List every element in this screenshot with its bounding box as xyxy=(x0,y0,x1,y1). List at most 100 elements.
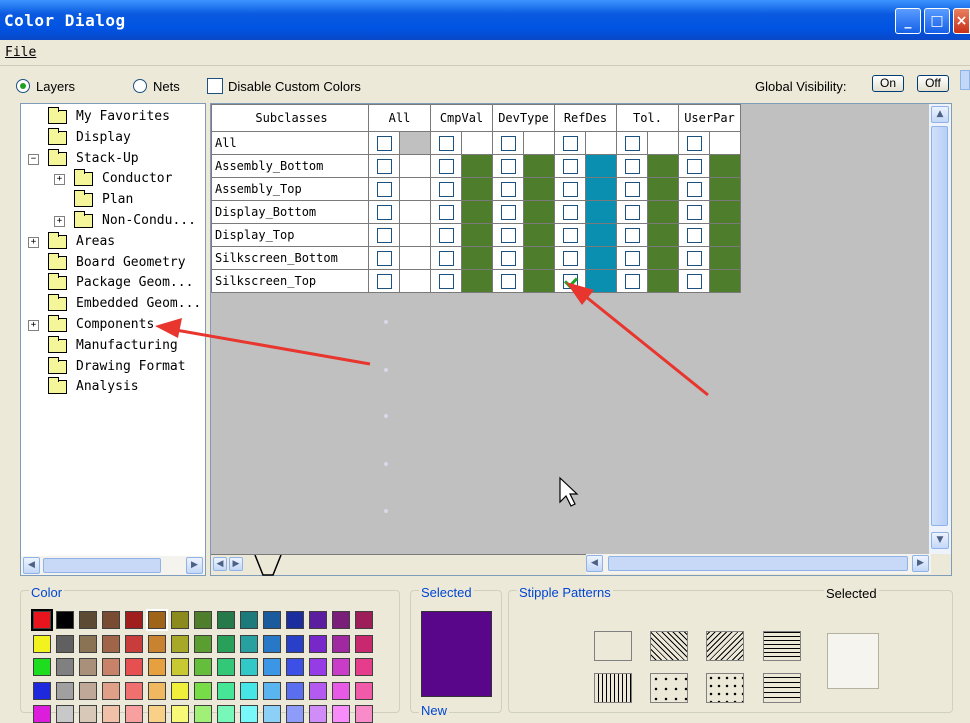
visibility-checkbox[interactable] xyxy=(686,250,702,266)
visibility-checkbox[interactable] xyxy=(500,135,516,151)
visibility-checkbox[interactable] xyxy=(562,204,578,220)
visibility-checkbox[interactable] xyxy=(376,158,392,174)
expand-icon[interactable]: + xyxy=(54,174,65,186)
collapse-icon[interactable]: − xyxy=(28,153,39,165)
visibility-checkbox[interactable] xyxy=(624,158,640,174)
color-cell[interactable] xyxy=(523,154,555,178)
column-header[interactable]: DevType xyxy=(492,104,555,132)
visibility-on-button[interactable]: On xyxy=(872,75,904,92)
color-swatch[interactable] xyxy=(309,634,327,653)
color-cell[interactable] xyxy=(647,131,679,155)
color-swatch[interactable] xyxy=(56,681,74,700)
visibility-checkbox[interactable] xyxy=(686,181,702,197)
color-swatch[interactable] xyxy=(217,658,235,676)
color-cell[interactable] xyxy=(461,154,493,178)
color-cell[interactable] xyxy=(647,200,679,224)
visibility-checkbox[interactable] xyxy=(438,158,454,174)
color-cell[interactable] xyxy=(585,223,617,247)
color-swatch[interactable] xyxy=(286,681,304,700)
color-swatch[interactable] xyxy=(194,634,212,653)
color-cell[interactable] xyxy=(709,131,741,155)
color-cell[interactable] xyxy=(523,223,555,247)
visibility-checkbox[interactable] xyxy=(562,135,578,151)
visibility-checkbox[interactable] xyxy=(438,204,454,220)
color-swatch[interactable] xyxy=(102,634,120,653)
scroll-right-icon[interactable]: ▶ xyxy=(186,557,203,574)
color-swatch[interactable] xyxy=(125,658,143,676)
color-cell[interactable] xyxy=(461,246,493,270)
color-cell[interactable] xyxy=(461,131,493,155)
color-swatch[interactable] xyxy=(56,634,74,653)
visibility-checkbox[interactable] xyxy=(624,250,640,266)
color-cell[interactable] xyxy=(709,223,741,247)
color-swatch[interactable] xyxy=(56,705,74,723)
color-swatch[interactable] xyxy=(286,705,304,723)
color-cell[interactable] xyxy=(523,200,555,224)
visibility-checkbox[interactable] xyxy=(562,273,578,289)
color-cell[interactable] xyxy=(523,246,555,270)
color-swatch[interactable] xyxy=(125,634,143,653)
color-cell[interactable] xyxy=(709,200,741,224)
color-swatch[interactable] xyxy=(171,681,189,700)
color-cell[interactable] xyxy=(523,269,555,293)
color-swatch[interactable] xyxy=(125,705,143,723)
color-cell[interactable] xyxy=(647,246,679,270)
color-cell[interactable] xyxy=(709,177,741,201)
color-swatch[interactable] xyxy=(332,634,350,653)
tab-next-icon[interactable]: ▶ xyxy=(229,557,243,571)
visibility-checkbox[interactable] xyxy=(624,204,640,220)
stipple-diagonal-left[interactable] xyxy=(706,631,744,661)
visibility-checkbox[interactable] xyxy=(624,227,640,243)
color-cell[interactable] xyxy=(709,269,741,293)
color-cell[interactable] xyxy=(585,246,617,270)
column-header[interactable]: Tol. xyxy=(616,104,679,132)
color-swatch[interactable] xyxy=(263,611,281,629)
visibility-checkbox[interactable] xyxy=(500,181,516,197)
color-cell[interactable] xyxy=(461,223,493,247)
grid-horizontal-scrollbar[interactable]: ◀ ▶ xyxy=(586,554,931,574)
menu-file[interactable]: File xyxy=(5,45,36,60)
color-cell[interactable] xyxy=(399,223,431,247)
color-swatch[interactable] xyxy=(332,705,350,723)
color-swatch[interactable] xyxy=(286,658,304,676)
color-swatch[interactable] xyxy=(309,611,327,629)
stipple-diagonal-right[interactable] xyxy=(650,631,688,661)
color-swatch[interactable] xyxy=(102,611,120,629)
visibility-checkbox[interactable] xyxy=(686,158,702,174)
visibility-off-button[interactable]: Off xyxy=(917,75,949,92)
visibility-checkbox[interactable] xyxy=(376,273,392,289)
visibility-checkbox[interactable] xyxy=(376,250,392,266)
column-header[interactable]: UserPar xyxy=(678,104,741,132)
visibility-checkbox[interactable] xyxy=(562,227,578,243)
color-swatch[interactable] xyxy=(146,609,168,631)
visibility-checkbox[interactable] xyxy=(376,204,392,220)
layers-radio[interactable] xyxy=(16,79,30,93)
color-cell[interactable] xyxy=(709,154,741,178)
color-swatch[interactable] xyxy=(125,681,143,700)
visibility-checkbox[interactable] xyxy=(438,227,454,243)
color-swatch[interactable] xyxy=(263,658,281,676)
color-swatch[interactable] xyxy=(171,658,189,676)
color-swatch[interactable] xyxy=(194,681,212,700)
color-swatch[interactable] xyxy=(148,705,166,723)
color-swatch[interactable] xyxy=(148,658,166,676)
color-cell[interactable] xyxy=(399,269,431,293)
stipple-solid[interactable] xyxy=(594,631,632,661)
expand-icon[interactable]: + xyxy=(28,320,39,331)
color-swatch[interactable] xyxy=(171,611,189,629)
visibility-checkbox[interactable] xyxy=(500,204,516,220)
expand-icon[interactable]: + xyxy=(54,216,65,227)
visibility-checkbox[interactable] xyxy=(562,250,578,266)
color-cell[interactable] xyxy=(647,177,679,201)
color-cell[interactable] xyxy=(647,223,679,247)
color-swatch[interactable] xyxy=(355,658,373,676)
color-swatch[interactable] xyxy=(286,611,304,629)
column-header[interactable]: CmpVal xyxy=(430,104,493,132)
color-swatch[interactable] xyxy=(332,658,350,676)
color-swatch[interactable] xyxy=(79,634,97,653)
visibility-checkbox[interactable] xyxy=(686,273,702,289)
minimize-button[interactable]: _ xyxy=(895,8,921,34)
color-swatch[interactable] xyxy=(33,658,51,676)
expand-icon[interactable]: + xyxy=(28,236,39,248)
color-swatch[interactable] xyxy=(240,658,258,676)
